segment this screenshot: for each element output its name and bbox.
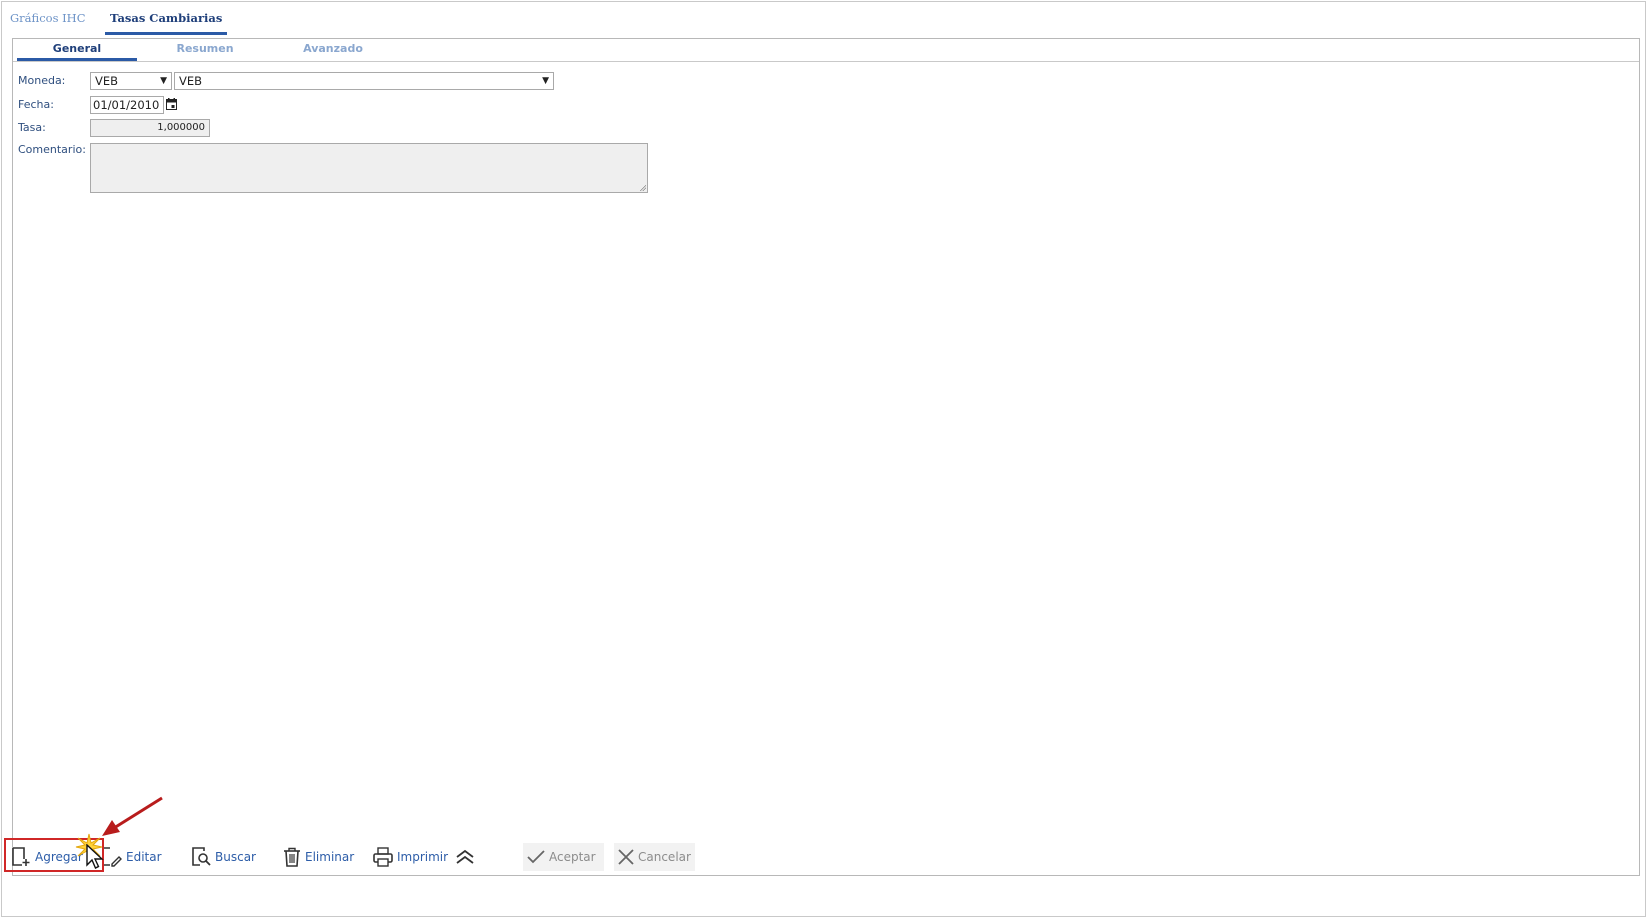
pointer-arrow-icon — [98, 795, 168, 843]
eliminar-button[interactable]: Eliminar — [283, 843, 354, 871]
printer-icon — [373, 847, 393, 867]
tasa-input[interactable]: 1,000000 — [90, 119, 210, 137]
tab-graficos-ihc[interactable]: Gráficos IHC — [5, 11, 91, 32]
moneda-name-value: VEB — [179, 74, 203, 88]
sub-tab-bar: General Resumen Avanzado — [13, 39, 1639, 62]
tasas-cambiarias-window: Gráficos IHC Tasas Cambiarias General Re… — [1, 1, 1646, 917]
dropdown-arrow-icon: ▼ — [542, 76, 549, 86]
editar-button[interactable]: Editar — [102, 843, 162, 871]
cancelar-label: Cancelar — [638, 850, 691, 864]
eliminar-label: Eliminar — [305, 850, 355, 864]
tab-avanzado[interactable]: Avanzado — [273, 39, 393, 58]
resize-grip-icon[interactable] — [639, 184, 646, 191]
imprimir-label: Imprimir — [397, 850, 449, 864]
aceptar-button[interactable]: Aceptar — [523, 843, 604, 871]
tasa-value: 1,000000 — [157, 122, 205, 133]
buscar-label: Buscar — [215, 850, 256, 864]
close-icon — [618, 849, 634, 865]
buscar-button[interactable]: Buscar — [192, 843, 256, 871]
form-panel: General Resumen Avanzado Moneda: VEB ▼ V… — [12, 38, 1640, 876]
comentario-textarea[interactable] — [90, 143, 648, 193]
comentario-label: Comentario: — [18, 143, 86, 156]
fecha-value: 01/01/2010 — [93, 98, 160, 112]
double-chevron-up-icon — [455, 848, 475, 866]
tab-tasas-cambiarias[interactable]: Tasas Cambiarias — [105, 11, 228, 35]
dropdown-arrow-icon: ▼ — [160, 76, 167, 86]
moneda-code-value: VEB — [95, 74, 119, 88]
editar-label: Editar — [126, 850, 162, 864]
search-document-icon — [192, 847, 211, 867]
moneda-label: Moneda: — [18, 74, 66, 87]
aceptar-label: Aceptar — [549, 850, 596, 864]
cancelar-button[interactable]: Cancelar — [614, 843, 695, 871]
moneda-name-select[interactable]: VEB ▼ — [174, 72, 554, 90]
tab-resumen[interactable]: Resumen — [145, 39, 265, 58]
edit-document-icon — [102, 847, 122, 867]
top-tab-bar: Gráficos IHC Tasas Cambiarias — [2, 2, 1645, 36]
imprimir-button[interactable]: Imprimir — [373, 843, 448, 871]
tasa-label: Tasa: — [18, 121, 46, 134]
checkmark-icon — [527, 849, 545, 865]
fecha-label: Fecha: — [18, 98, 54, 111]
collapse-toggle-button[interactable] — [455, 843, 475, 871]
tab-general[interactable]: General — [17, 39, 137, 61]
mouse-cursor-icon — [86, 843, 104, 873]
action-toolbar: Agregar Editar Buscar Eliminar Imprimir … — [2, 837, 1645, 877]
trash-icon — [283, 847, 301, 867]
moneda-code-select[interactable]: VEB ▼ — [90, 72, 172, 90]
fecha-input[interactable]: 01/01/2010 — [90, 96, 164, 114]
calendar-icon[interactable] — [166, 98, 177, 113]
